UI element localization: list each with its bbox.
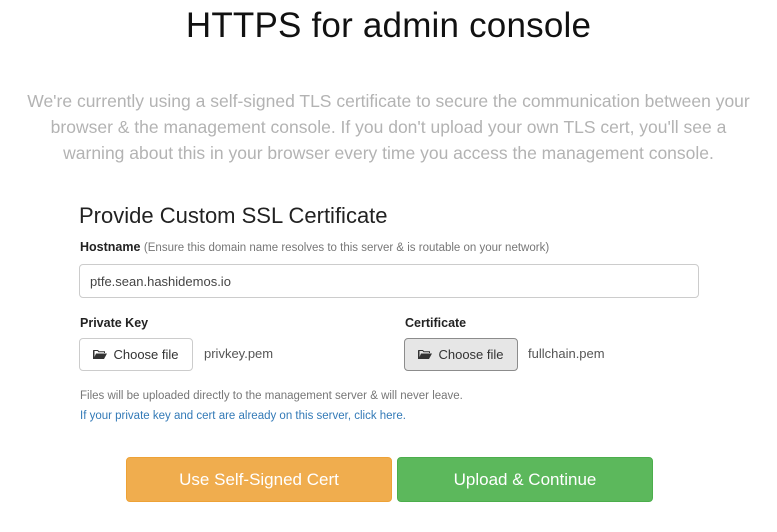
private-key-choose-file-button[interactable]: Choose file xyxy=(79,338,193,371)
section-title: Provide Custom SSL Certificate xyxy=(79,203,388,228)
hostname-input[interactable] xyxy=(79,264,699,298)
intro-text: We're currently using a self-signed TLS … xyxy=(27,91,750,163)
certificate-label: Certificate xyxy=(405,316,467,330)
certificate-button-label: Choose file xyxy=(438,347,504,362)
certificate-file-name: fullchain.pem xyxy=(528,346,605,361)
server-files-link[interactable]: If your private key and cert are already… xyxy=(80,410,406,422)
folder-open-icon xyxy=(418,350,433,359)
hostname-label: Hostname (Ensure this domain name resolv… xyxy=(80,240,549,254)
certificate-choose-file-button[interactable]: Choose file xyxy=(404,338,518,371)
page-title: HTTPS for admin console xyxy=(185,6,592,45)
private-key-label: Private Key xyxy=(80,316,149,330)
upload-note: Files will be uploaded directly to the m… xyxy=(80,390,463,402)
page: HTTPS for admin console We're currently … xyxy=(0,0,777,532)
hostname-label-text: Hostname xyxy=(80,240,141,254)
upload-continue-button[interactable]: Upload & Continue xyxy=(397,457,653,502)
private-key-file-name: privkey.pem xyxy=(204,346,274,361)
use-self-signed-cert-button[interactable]: Use Self-Signed Cert xyxy=(126,457,392,502)
folder-open-icon xyxy=(93,350,108,359)
private-key-button-label: Choose file xyxy=(113,347,179,362)
hostname-hint: (Ensure this domain name resolves to thi… xyxy=(143,242,550,254)
